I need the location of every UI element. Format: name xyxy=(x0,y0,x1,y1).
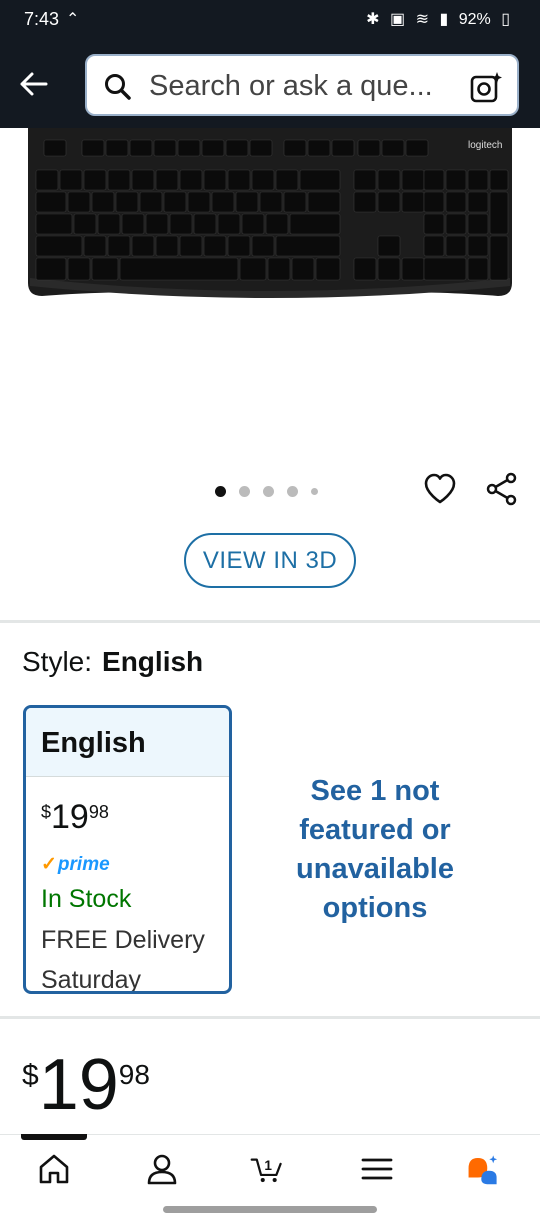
brand-logo: logitech xyxy=(468,140,502,151)
status-icons: ✱ ▣ ≋ ▮ 92% ▯ xyxy=(360,9,510,29)
account-icon[interactable] xyxy=(145,1152,179,1186)
section-divider xyxy=(0,1016,540,1019)
battery-percent: 92% xyxy=(458,11,491,28)
stock-status: In Stock xyxy=(41,885,132,913)
option-price-fraction: 98 xyxy=(88,802,109,822)
carousel-dot[interactable] xyxy=(263,486,274,498)
option-price: $1998 xyxy=(41,798,109,837)
image-carousel-indicator xyxy=(215,483,331,498)
delivery-info: FREE Delivery xyxy=(41,926,205,954)
wifi-icon: ≋ xyxy=(415,11,429,28)
back-arrow-icon[interactable] xyxy=(14,64,54,104)
delivery-date: Saturday xyxy=(41,966,142,994)
price-whole: 19 xyxy=(38,1045,119,1125)
option-price-currency: $ xyxy=(41,802,52,822)
prime-check-icon: ✓ xyxy=(41,854,57,875)
battery-icon: ▯ xyxy=(501,11,510,28)
cart-count: 1 xyxy=(264,1158,272,1173)
option-title: English xyxy=(26,708,229,777)
carousel-dot[interactable] xyxy=(239,486,250,498)
share-icon[interactable] xyxy=(485,472,519,506)
search-icon xyxy=(105,74,131,100)
nav-active-indicator xyxy=(21,1134,87,1140)
home-icon[interactable] xyxy=(37,1152,71,1186)
cart-icon[interactable]: 1 xyxy=(250,1152,284,1186)
price-currency: $ xyxy=(22,1059,39,1092)
style-label-row: Style: English xyxy=(22,646,203,678)
carousel-dot[interactable] xyxy=(215,486,226,498)
style-selected-value: English xyxy=(102,646,204,677)
camera-lens-icon[interactable] xyxy=(469,70,503,104)
carousel-dot[interactable] xyxy=(287,486,298,498)
nfc-icon: ▣ xyxy=(390,11,406,28)
style-option-card[interactable]: English $1998 ✓prime In Stock FREE Deliv… xyxy=(23,705,232,994)
price-fraction: 98 xyxy=(118,1059,150,1090)
prime-label: prime xyxy=(57,854,110,875)
status-time: 7:43 xyxy=(24,9,60,29)
app-header: Search or ask a que... xyxy=(0,38,540,128)
product-image-keyboard[interactable]: logitech xyxy=(28,128,512,298)
menu-icon[interactable] xyxy=(360,1152,394,1186)
rufus-icon[interactable] xyxy=(466,1152,500,1186)
carousel-dot[interactable] xyxy=(311,488,318,496)
section-divider xyxy=(0,620,540,623)
see-more-options-link[interactable]: See 1 not featured or unavailable option… xyxy=(270,772,480,928)
prime-badge: ✓prime xyxy=(41,853,110,876)
option-price-whole: 19 xyxy=(51,798,89,836)
heart-icon[interactable] xyxy=(423,472,457,506)
view-in-3d-button[interactable]: VIEW IN 3D xyxy=(184,533,356,588)
signal-icon: ▮ xyxy=(439,11,449,28)
product-price: $1998 xyxy=(22,1045,150,1125)
gesture-bar xyxy=(163,1206,377,1213)
style-label: Style: xyxy=(22,646,93,677)
search-input[interactable]: Search or ask a que... xyxy=(149,70,459,103)
bluetooth-icon: ✱ xyxy=(366,11,380,28)
status-bar: 7:43 ⌃ ✱ ▣ ≋ ▮ 92% ▯ xyxy=(0,0,540,38)
missed-call-icon: ⌃ xyxy=(66,11,80,28)
search-bar[interactable]: Search or ask a que... xyxy=(85,54,519,116)
